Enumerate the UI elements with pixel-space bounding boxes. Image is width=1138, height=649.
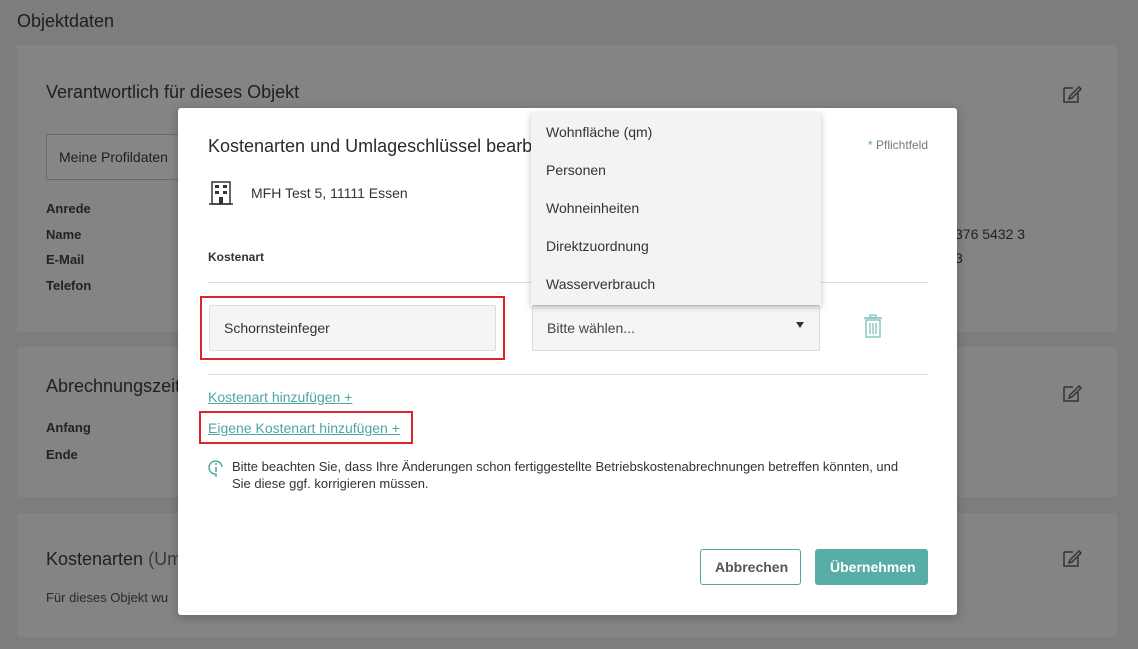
cost-type-input[interactable]: Schornsteinfeger xyxy=(209,305,496,351)
edit-icon[interactable] xyxy=(1061,382,1083,404)
add-cost-type-link[interactable]: Kostenart hinzufügen + xyxy=(208,389,352,405)
dropdown-option[interactable]: Wasserverbrauch xyxy=(531,265,821,303)
info-notice: Bitte beachten Sie, dass Ihre Änderungen… xyxy=(208,458,908,492)
dropdown-option[interactable]: Personen xyxy=(531,151,821,189)
salutation-label: Anrede xyxy=(46,201,91,216)
required-label: Pflichtfeld xyxy=(872,138,928,152)
divider xyxy=(208,374,928,375)
responsible-card-title: Verantwortlich für dieses Objekt xyxy=(46,82,300,102)
profile-data-button[interactable]: Meine Profildaten xyxy=(46,134,196,180)
start-label: Anfang xyxy=(46,420,91,435)
dropdown-option[interactable]: Wohnfläche (qm) xyxy=(531,113,821,151)
edit-icon[interactable] xyxy=(1061,547,1083,569)
object-row: MFH Test 5, 11111 Essen xyxy=(209,180,408,206)
costs-card-text: Für dieses Objekt wu xyxy=(46,590,169,605)
billing-card-title: Abrechnungszeit xyxy=(46,376,181,396)
trash-icon[interactable] xyxy=(863,314,883,338)
costs-card-title: Kostenarten (Um xyxy=(46,549,182,570)
caret-down-icon xyxy=(796,322,804,328)
page-title: Objektdaten xyxy=(17,11,115,31)
required-field-note: * Pflichtfeld xyxy=(868,138,928,152)
costs-title-text: Kostenarten xyxy=(46,549,144,569)
phone-label: Telefon xyxy=(46,278,92,293)
phone-value: 376 5432 3 xyxy=(955,226,1026,242)
submit-button[interactable]: Übernehmen xyxy=(815,549,928,585)
building-icon xyxy=(209,181,233,205)
object-name: MFH Test 5, 11111 Essen xyxy=(251,185,408,201)
dropdown-option[interactable]: Wohneinheiten xyxy=(531,189,821,227)
email-label: E-Mail xyxy=(46,252,85,267)
cost-type-column-header: Kostenart xyxy=(208,250,265,264)
dropdown-option[interactable]: Direktzuordnung xyxy=(531,227,821,265)
edit-icon[interactable] xyxy=(1061,83,1083,105)
modal-title: Kostenarten und Umlageschlüssel bearbe xyxy=(208,136,543,156)
select-placeholder: Bitte wählen... xyxy=(547,320,635,336)
info-icon xyxy=(208,460,223,477)
name-label: Name xyxy=(46,227,82,242)
costs-title-sub: (Um xyxy=(143,549,183,569)
end-label: Ende xyxy=(46,447,78,462)
info-text: Bitte beachten Sie, dass Ihre Änderungen… xyxy=(232,459,899,491)
allocation-key-select[interactable]: Bitte wählen... xyxy=(532,305,820,351)
allocation-key-dropdown: Wohnfläche (qm) Personen Wohneinheiten D… xyxy=(531,113,821,305)
add-own-cost-type-link[interactable]: Eigene Kostenart hinzufügen + xyxy=(208,420,400,436)
cancel-button[interactable]: Abbrechen xyxy=(700,549,801,585)
